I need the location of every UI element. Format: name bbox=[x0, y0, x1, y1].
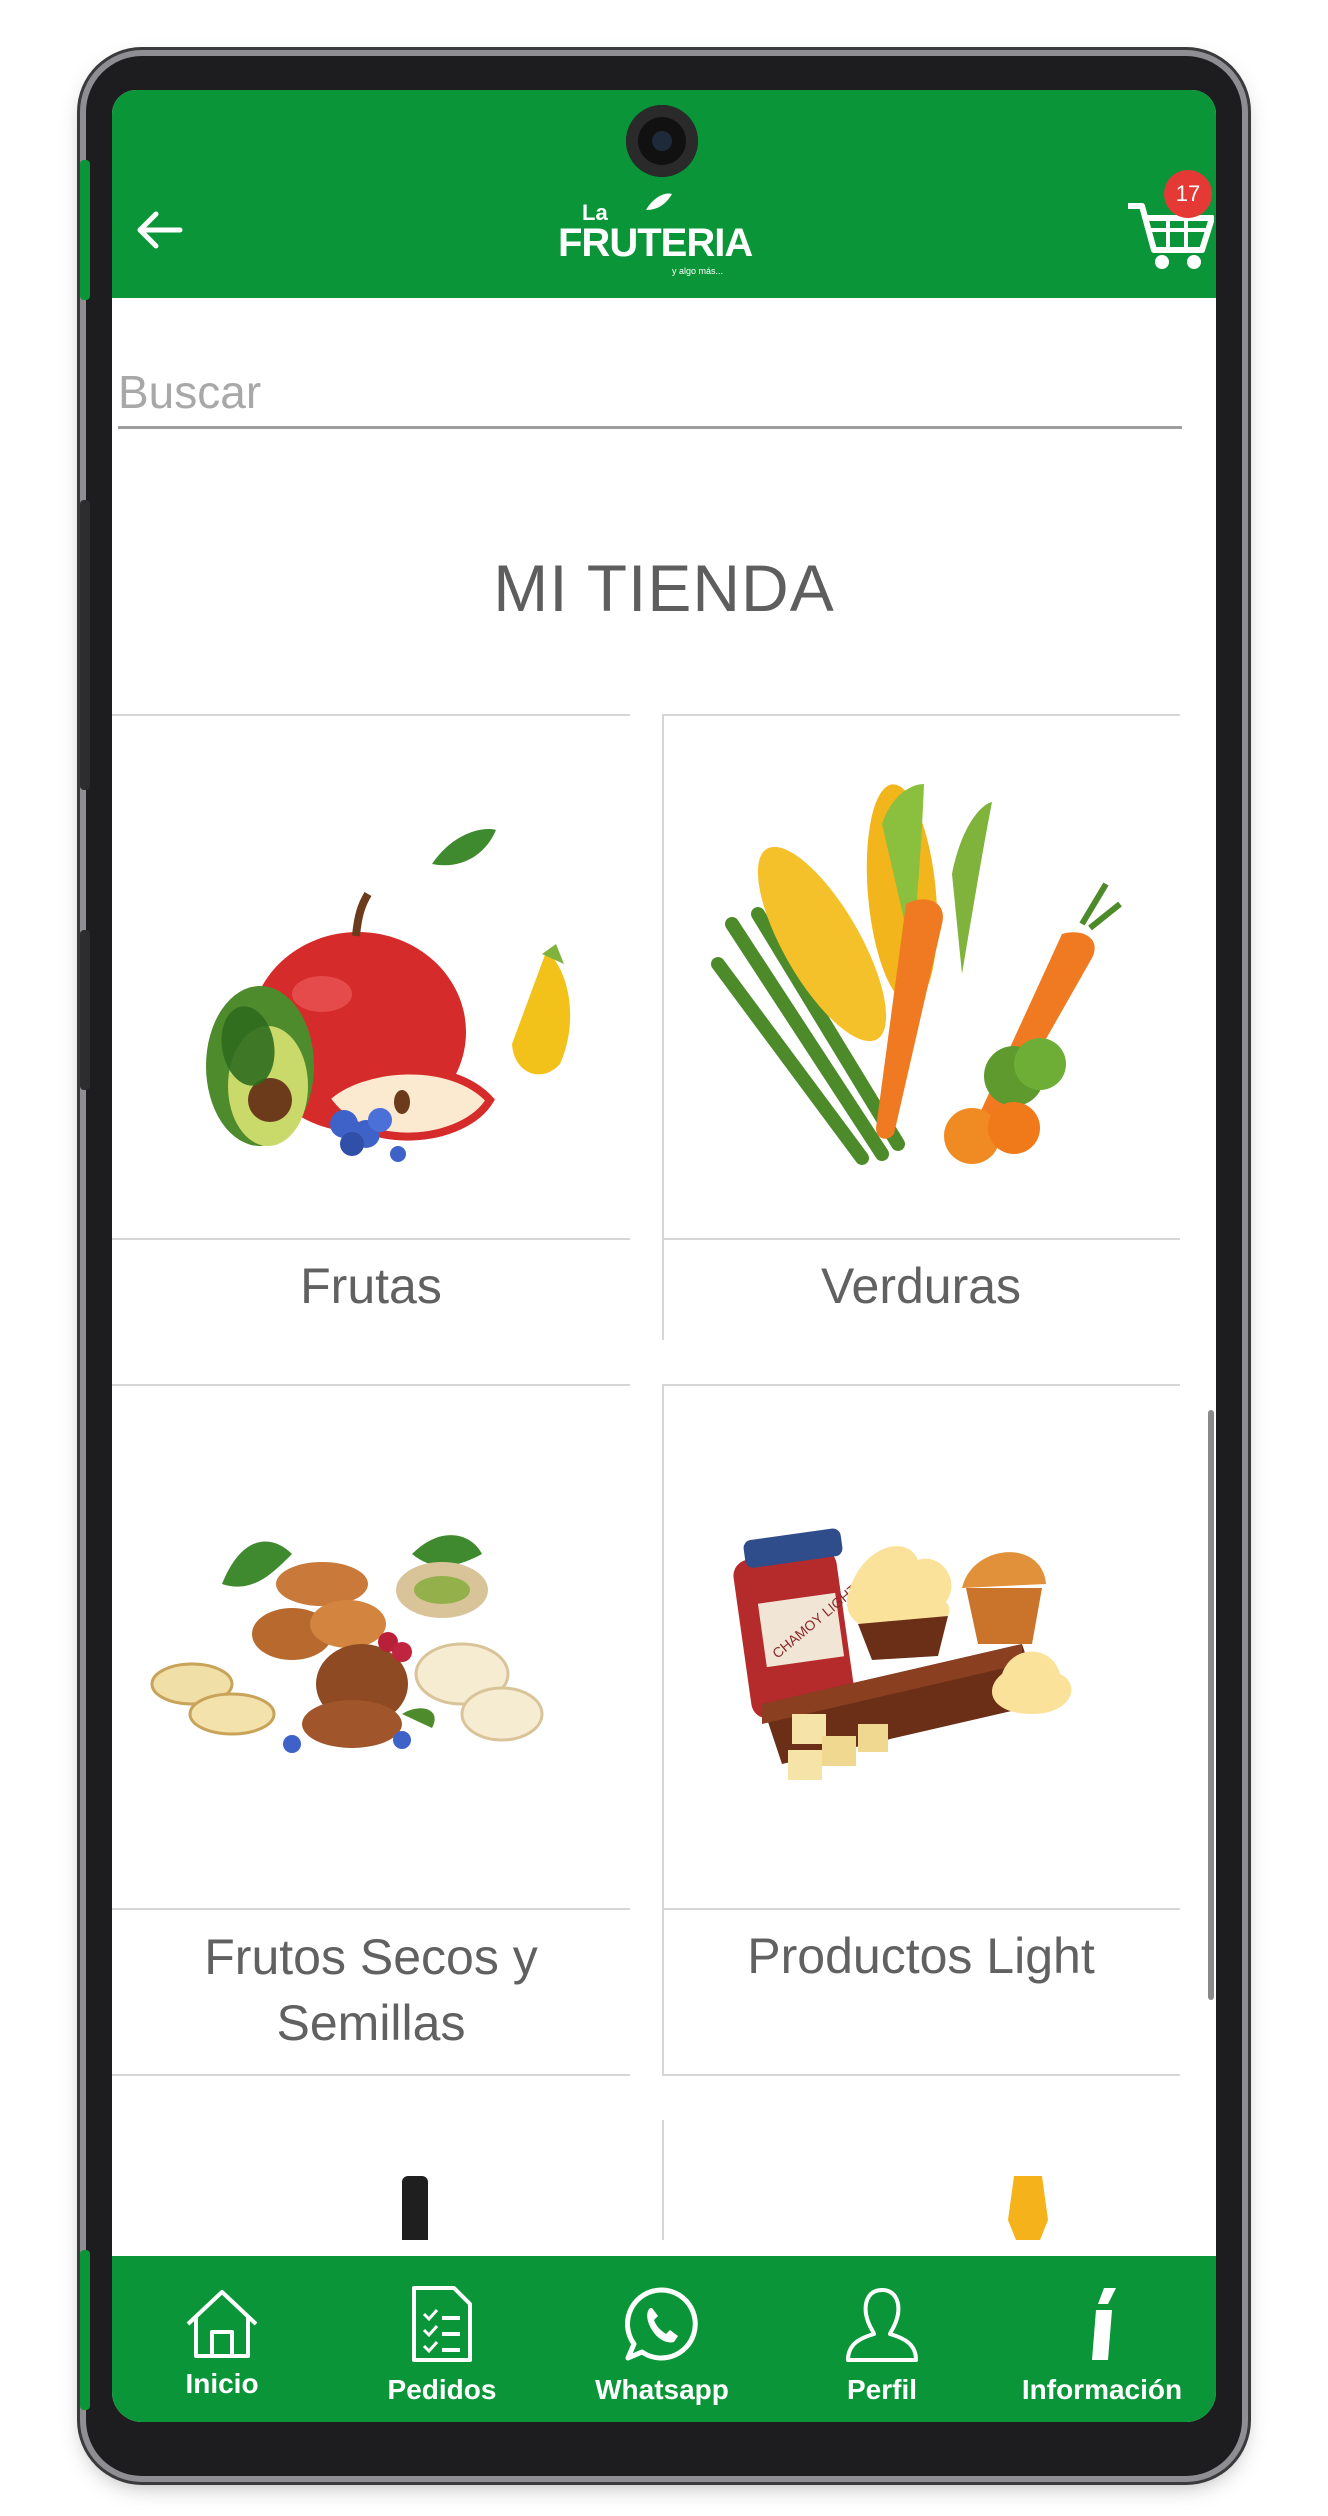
scrollbar[interactable] bbox=[1208, 1410, 1214, 2000]
fruits-illustration bbox=[206, 829, 571, 1162]
nav-label: Whatsapp bbox=[595, 2374, 729, 2405]
logo-tagline: y algo más... bbox=[672, 266, 723, 276]
nav-item-pedidos[interactable]: Pedidos bbox=[332, 2256, 552, 2422]
nav-label: Perfil bbox=[846, 2374, 918, 2405]
bottle-illustration bbox=[402, 2176, 428, 2246]
nav-label: Información bbox=[1021, 2374, 1183, 2405]
whatsapp-icon bbox=[625, 2287, 698, 2361]
app-header: La FRUTERIA y algo más... 17 bbox=[112, 90, 1216, 298]
front-camera bbox=[626, 105, 698, 177]
page-title: MI TIENDA bbox=[493, 551, 835, 625]
nav-item-perfil[interactable]: Perfil bbox=[772, 2256, 992, 2422]
nav-item-inicio[interactable]: Inicio bbox=[112, 2256, 332, 2422]
side-accent bbox=[80, 160, 90, 300]
nav-item-informacion[interactable]: Información bbox=[992, 2256, 1212, 2422]
volume-button bbox=[80, 500, 90, 790]
side-accent-bottom bbox=[80, 2250, 90, 2410]
category-label: Productos Light bbox=[747, 1928, 1095, 1984]
info-icon bbox=[1092, 2288, 1116, 2360]
back-arrow-icon[interactable] bbox=[132, 202, 188, 258]
orders-icon bbox=[412, 2286, 472, 2362]
category-card-partial[interactable] bbox=[112, 2120, 630, 2246]
logo-main-text: FRUTERIA bbox=[558, 221, 752, 265]
nuts-seeds-illustration bbox=[150, 1535, 544, 1753]
cart-count-badge: 17 bbox=[1164, 170, 1212, 218]
app-screen: La FRUTERIA y algo más... 17 MI TIENDA bbox=[112, 90, 1216, 2422]
category-card-partial[interactable] bbox=[662, 2120, 1182, 2250]
bottom-navigation: Inicio Pedidos Whatsapp Perfil Informaci… bbox=[112, 2256, 1216, 2422]
profile-icon bbox=[846, 2288, 918, 2362]
category-card-verduras[interactable]: Verduras bbox=[662, 714, 1180, 1414]
nav-label: Pedidos bbox=[387, 2374, 497, 2405]
category-card-frutos-secos[interactable]: Frutos Secos y Semillas bbox=[112, 1384, 630, 2144]
search-input[interactable] bbox=[118, 358, 1182, 429]
power-button bbox=[80, 930, 90, 1090]
bottle-illustration bbox=[1008, 2176, 1048, 2250]
category-card-productos-light[interactable]: CHAMOY LIGHT Productos Light bbox=[662, 1384, 1180, 2144]
category-card-frutas[interactable]: Frutas bbox=[112, 714, 630, 1414]
nav-label: Inicio bbox=[185, 2368, 259, 2399]
vegetables-illustration bbox=[711, 784, 1122, 1165]
app-logo: La FRUTERIA y algo más... bbox=[558, 193, 753, 276]
category-label: Frutas bbox=[300, 1258, 442, 1314]
category-label: Frutos Secos y Semillas bbox=[204, 1929, 538, 2051]
nav-item-whatsapp[interactable]: Whatsapp bbox=[552, 2256, 772, 2422]
light-products-illustration: CHAMOY LIGHT bbox=[733, 1528, 1072, 1780]
category-label: Verduras bbox=[820, 1258, 1022, 1314]
home-icon bbox=[186, 2290, 258, 2358]
